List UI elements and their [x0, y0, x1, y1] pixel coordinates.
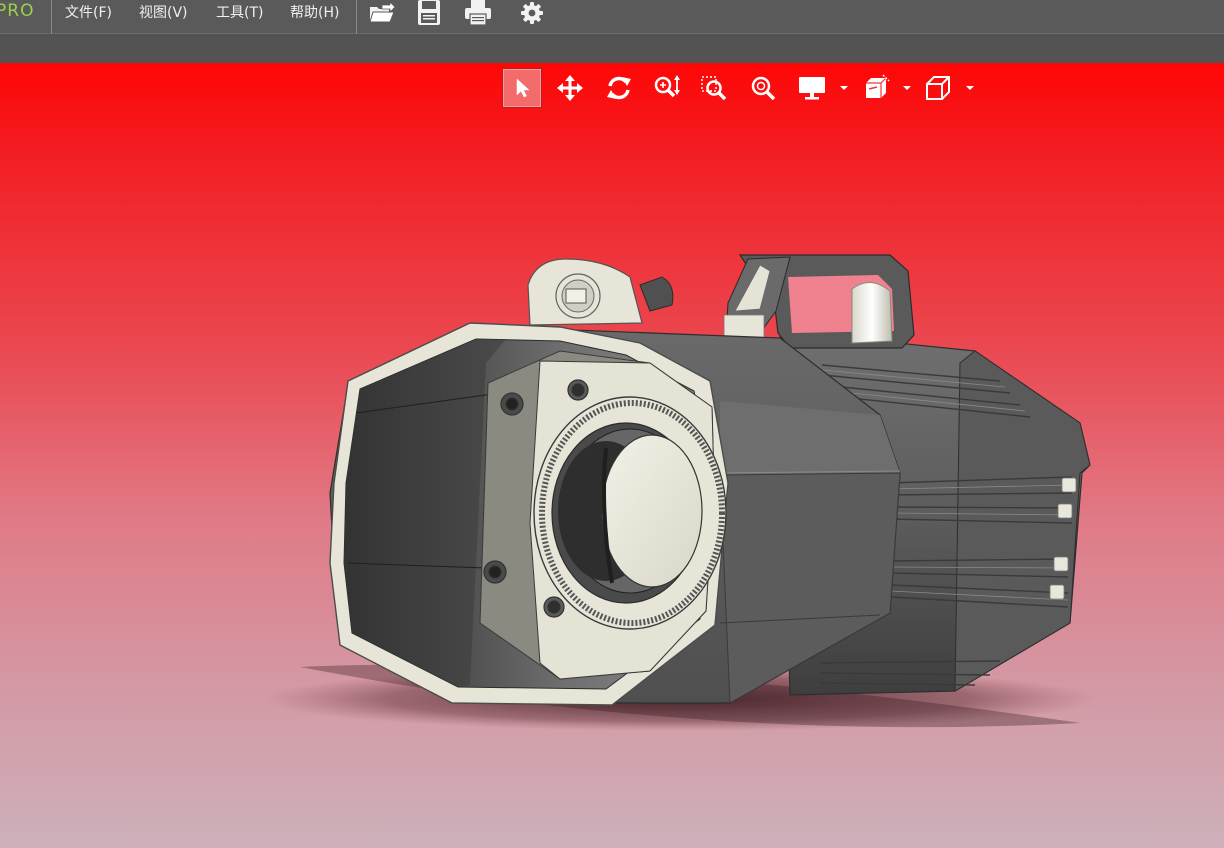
menu-divider [51, 0, 52, 34]
3d-model-render[interactable] [0, 63, 1224, 848]
open-folder-icon[interactable] [367, 0, 397, 26]
menu-help[interactable]: 帮助(H) [290, 4, 339, 22]
cad-viewer-window: PRO 文件(F) 视图(V) 工具(T) 帮助(H) [0, 0, 1224, 848]
menu-file[interactable]: 文件(F) [65, 4, 112, 22]
menu-view[interactable]: 视图(V) [139, 4, 188, 22]
ribbon-strip [0, 34, 1224, 63]
toolbar-divider [356, 0, 357, 34]
settings-gear-icon[interactable] [517, 0, 547, 26]
app-logo: PRO [0, 1, 35, 21]
menu-bar: PRO 文件(F) 视图(V) 工具(T) 帮助(H) [0, 0, 1224, 34]
menu-tools[interactable]: 工具(T) [216, 4, 263, 22]
3d-viewport[interactable] [0, 63, 1224, 848]
print-icon[interactable] [463, 0, 493, 26]
save-icon[interactable] [414, 0, 444, 26]
